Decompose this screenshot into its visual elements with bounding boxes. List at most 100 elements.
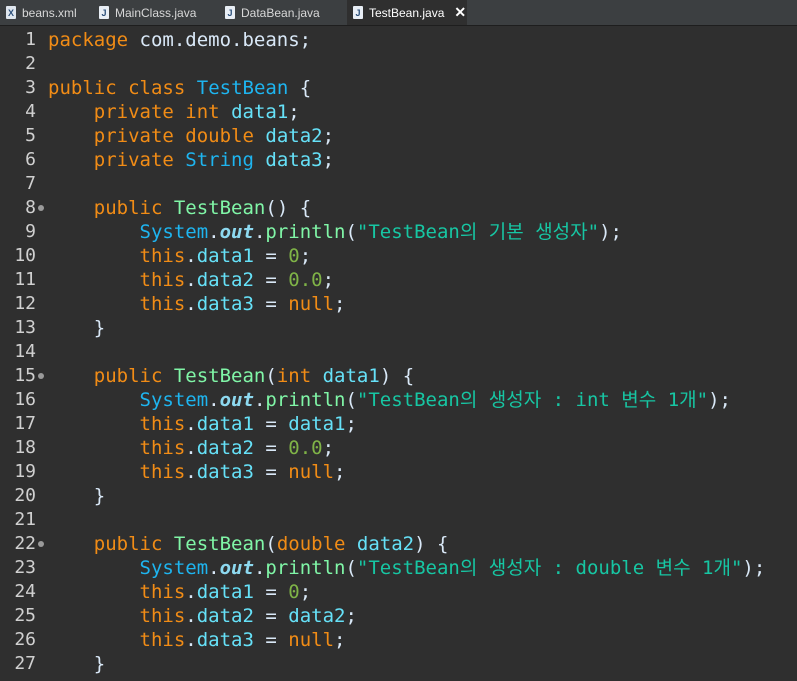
line-number: 17 — [14, 413, 36, 434]
code-content: } — [48, 484, 105, 508]
code-line[interactable]: 17 this.data1 = data1; — [0, 412, 797, 436]
keyword-token: public — [93, 197, 163, 219]
keyword-token: this — [139, 581, 186, 603]
code-line[interactable]: 22 public TestBean(double data2) { — [0, 532, 797, 556]
keyword-token: int — [185, 101, 220, 123]
keyword-token: private — [93, 101, 174, 123]
code-content: this.data3 = null; — [48, 628, 346, 652]
code-line[interactable]: 25 this.data2 = data2; — [0, 604, 797, 628]
keyword-token: public — [93, 365, 163, 387]
code-content: this.data1 = data1; — [48, 412, 357, 436]
code-content: private int data1; — [48, 100, 300, 124]
code-line[interactable]: 15 public TestBean(int data1) { — [0, 364, 797, 388]
keyword-token: this — [139, 629, 186, 651]
code-content: package com.demo.beans; — [48, 28, 311, 52]
fold-toggle-icon[interactable] — [38, 205, 44, 211]
tab-mainclass-java[interactable]: J MainClass.java — [93, 0, 219, 25]
code-line[interactable]: 11 this.data2 = 0.0; — [0, 268, 797, 292]
code-line[interactable]: 6 private String data3; — [0, 148, 797, 172]
code-text: ( — [265, 365, 277, 387]
keyword-token: class — [128, 77, 186, 99]
keyword-token: double — [276, 533, 346, 555]
keyword-token: null — [288, 629, 335, 651]
type-token: System — [139, 389, 209, 411]
line-number: 21 — [14, 509, 36, 530]
keyword-token: int — [276, 365, 312, 387]
code-line[interactable]: 7 — [0, 172, 797, 196]
tab-databean-java[interactable]: J DataBean.java — [219, 0, 347, 25]
tab-beans-xml[interactable]: X beans.xml — [0, 0, 93, 25]
line-number: 2 — [25, 53, 36, 74]
static-field-token: out — [219, 389, 254, 411]
code-line[interactable]: 4 private int data1; — [0, 100, 797, 124]
keyword-token: this — [139, 437, 186, 459]
field-token: data2 — [288, 605, 346, 627]
code-text: ; — [334, 461, 346, 483]
code-text: ( — [345, 557, 357, 579]
keyword-token: public — [93, 533, 163, 555]
type-token: TestBean — [196, 77, 289, 99]
code-text: = — [253, 269, 289, 291]
line-number: 20 — [14, 485, 36, 506]
code-line[interactable]: 2 — [0, 52, 797, 76]
code-line[interactable]: 19 this.data3 = null; — [0, 460, 797, 484]
code-text: } — [48, 653, 106, 675]
method-token: println — [265, 221, 346, 243]
code-line[interactable]: 5 private double data2; — [0, 124, 797, 148]
line-number: 18 — [14, 437, 36, 458]
field-token: data1 — [231, 101, 289, 123]
code-line[interactable]: 9 System.out.println("TestBean의 기본 생성자")… — [0, 220, 797, 244]
fold-toggle-icon[interactable] — [38, 541, 44, 547]
line-number: 8 — [25, 197, 36, 218]
field-token: data2 — [196, 437, 254, 459]
code-line[interactable]: 21 — [0, 508, 797, 532]
code-text: . — [185, 581, 197, 603]
code-line[interactable]: 20 } — [0, 484, 797, 508]
code-text: ); — [599, 221, 622, 243]
code-line[interactable]: 16 System.out.println("TestBean의 생성자 : i… — [0, 388, 797, 412]
code-text: . — [253, 221, 266, 243]
fold-toggle-icon[interactable] — [38, 373, 44, 379]
tab-label: MainClass.java — [115, 5, 197, 20]
line-number: 22 — [14, 533, 36, 554]
code-editor[interactable]: 1 package com.demo.beans; 2 3 public class T… — [0, 26, 797, 681]
code-line[interactable]: 14 — [0, 340, 797, 364]
code-content: this.data2 = data2; — [48, 604, 357, 628]
code-line[interactable]: 23 System.out.println("TestBean의 생성자 : d… — [0, 556, 797, 580]
code-line[interactable]: 18 this.data2 = 0.0; — [0, 436, 797, 460]
code-line[interactable]: 27 } — [0, 652, 797, 676]
code-text: = — [253, 629, 289, 651]
code-line[interactable]: 3 public class TestBean { — [0, 76, 797, 100]
code-line[interactable]: 1 package com.demo.beans; — [0, 28, 797, 52]
code-line[interactable]: 10 this.data1 = 0; — [0, 244, 797, 268]
string-literal: "TestBean의 기본 생성자" — [356, 221, 600, 243]
code-line[interactable]: 26 this.data3 = null; — [0, 628, 797, 652]
code-line[interactable]: 24 this.data1 = 0; — [0, 580, 797, 604]
code-content: public TestBean(int data1) { — [48, 364, 414, 388]
field-token: data2 — [196, 269, 254, 291]
code-text: = — [253, 413, 289, 435]
code-line[interactable]: 13 } — [0, 316, 797, 340]
number-literal: 0 — [288, 581, 300, 603]
keyword-token: this — [139, 605, 186, 627]
tab-testbean-java[interactable]: J TestBean.java ✕ — [347, 0, 467, 25]
keyword-token: this — [139, 293, 186, 315]
method-token: TestBean — [173, 533, 266, 555]
field-token: data3 — [196, 461, 254, 483]
close-icon[interactable]: ✕ — [454, 4, 466, 21]
code-line[interactable]: 8 public TestBean() { — [0, 196, 797, 220]
code-text: ; — [322, 269, 335, 291]
code-line[interactable]: 12 this.data3 = null; — [0, 292, 797, 316]
code-content: System.out.println("TestBean의 생성자 : int … — [48, 388, 731, 412]
